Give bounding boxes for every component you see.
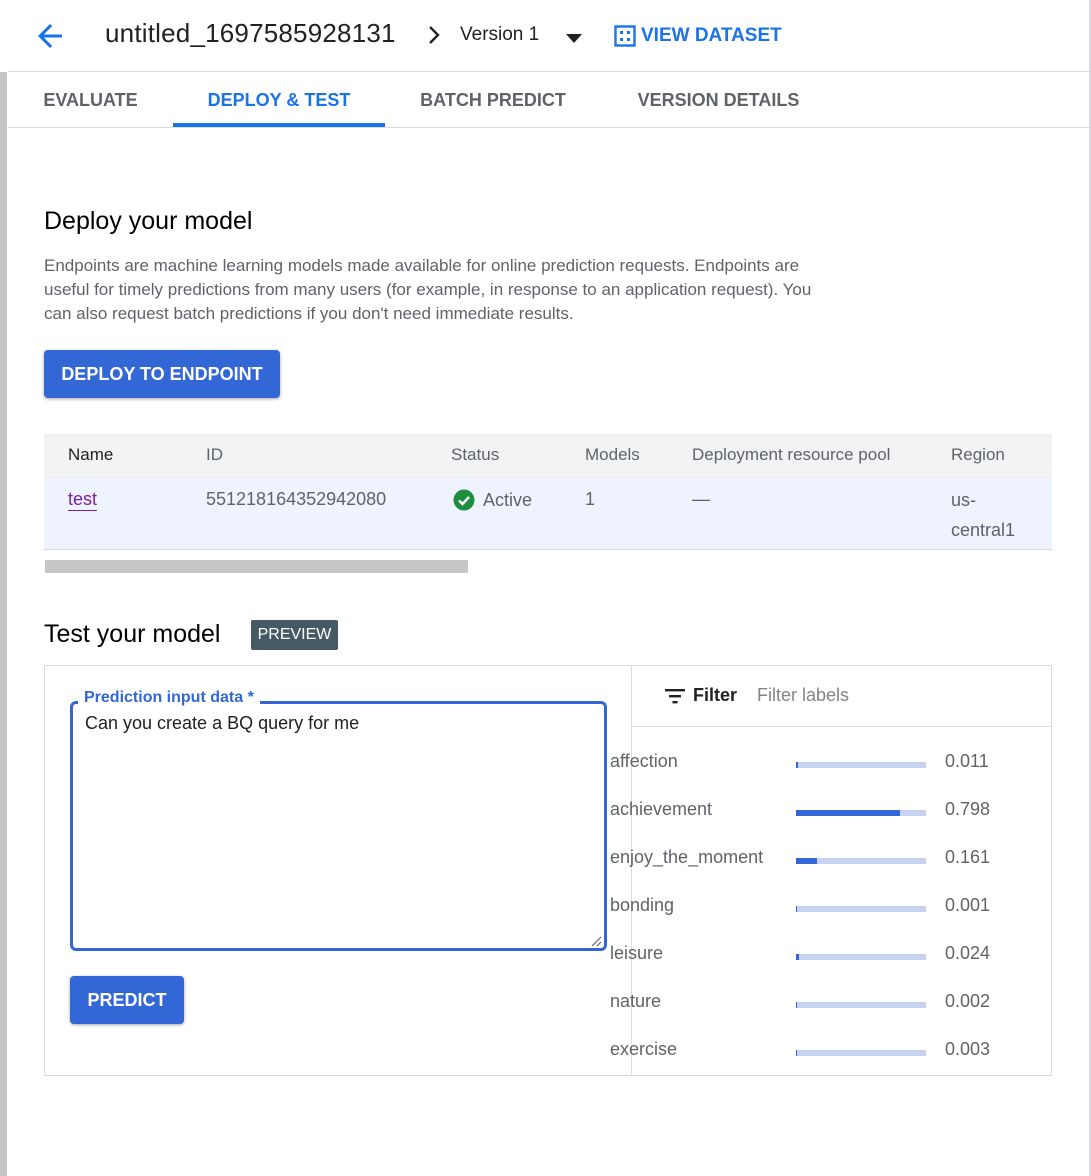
prediction-input-value[interactable]: Can you create a BQ query for me	[85, 713, 359, 734]
score-bar-track	[796, 906, 926, 912]
label-score-row: affection 0.011	[610, 748, 1005, 778]
prediction-input-field[interactable]	[70, 701, 607, 951]
tab-version-details[interactable]: VERSION DETAILS	[601, 73, 836, 128]
page-header: untitled_1697585928131 Version 1 VIEW DA…	[8, 0, 1089, 72]
label-name: bonding	[610, 895, 675, 915]
column-header-pool: Deployment resource pool	[692, 445, 891, 464]
label-score-value: 0.011	[945, 751, 989, 771]
tab-batch-predict[interactable]: BATCH PREDICT	[385, 73, 601, 128]
score-bar-track	[796, 810, 926, 816]
label-score-value: 0.003	[945, 1039, 991, 1059]
label-score-row: nature 0.002	[610, 988, 1005, 1018]
column-header-status: Status	[451, 445, 500, 464]
column-header-name: Name	[68, 445, 114, 464]
table-horizontal-scrollbar[interactable]	[45, 560, 468, 573]
tab-evaluate[interactable]: EVALUATE	[8, 73, 173, 128]
page-left-edge	[0, 72, 7, 1176]
filter-icon[interactable]	[665, 688, 685, 704]
tab-deploy-test[interactable]: DEPLOY & TEST	[173, 73, 385, 128]
score-bar-track	[796, 858, 926, 864]
arrow-back-icon	[38, 24, 62, 48]
label-name: exercise	[610, 1039, 678, 1059]
score-bar-fill	[796, 858, 817, 864]
score-bar-track	[796, 762, 926, 768]
endpoint-region: us- central1	[951, 490, 1016, 540]
column-header-region: Region	[951, 445, 1005, 464]
endpoint-id: 551218164352942080	[206, 489, 387, 509]
label-score-row: bonding 0.001	[610, 892, 1005, 922]
endpoint-status: Active	[453, 489, 532, 511]
score-bar-fill	[796, 954, 800, 960]
grid-icon	[614, 25, 636, 47]
preview-badge: PREVIEW	[251, 620, 338, 650]
dropdown-caret-icon[interactable]	[566, 31, 582, 43]
label-score-value: 0.002	[945, 991, 991, 1011]
deploy-to-endpoint-button[interactable]: DEPLOY TO ENDPOINT	[44, 350, 280, 398]
tab-bar: EVALUATE DEPLOY & TEST BATCH PREDICT VER…	[8, 73, 1089, 128]
score-bar-fill	[796, 762, 798, 768]
filter-label: Filter	[693, 685, 738, 705]
predict-button[interactable]: PREDICT	[70, 976, 184, 1024]
label-name: leisure	[610, 943, 664, 963]
test-section-title: Test your model	[44, 620, 221, 648]
active-tab-indicator	[173, 123, 385, 127]
label-name: nature	[610, 991, 662, 1011]
score-bar-fill	[796, 810, 900, 816]
resize-handle-icon[interactable]	[590, 934, 602, 947]
label-score-row: achievement 0.798	[610, 796, 1005, 826]
table-row: test 551218164352942080 Active 1 — us- c…	[44, 477, 1052, 550]
score-bar-track	[796, 1002, 926, 1008]
check-circle-icon	[453, 489, 475, 511]
deploy-section-title: Deploy your model	[44, 207, 253, 235]
view-dataset-label: VIEW DATASET	[641, 25, 782, 46]
endpoint-name-link[interactable]: test	[68, 489, 97, 510]
chevron-right-icon	[424, 22, 446, 48]
label-score-value: 0.024	[945, 943, 991, 963]
score-bar-track	[796, 954, 926, 960]
label-name: affection	[610, 751, 678, 771]
column-header-models: Models	[585, 445, 640, 464]
model-title: untitled_1697585928131	[105, 18, 396, 48]
label-score-row: exercise 0.003	[610, 1036, 1005, 1066]
view-dataset-link[interactable]: VIEW DATASET	[614, 25, 782, 47]
label-filter-bar: Filter Filter labels	[632, 666, 1052, 727]
prediction-input-label: Prediction input data *	[78, 689, 260, 707]
label-name: enjoy_the_moment	[610, 847, 764, 867]
label-score-row: leisure 0.024	[610, 940, 1005, 970]
label-score-row: enjoy_the_moment 0.161	[610, 844, 1005, 874]
score-bar-track	[796, 1050, 926, 1056]
label-score-value: 0.001	[945, 895, 991, 915]
endpoint-pool: —	[692, 489, 710, 509]
back-button[interactable]	[32, 18, 68, 54]
filter-labels-input[interactable]: Filter labels	[757, 685, 849, 706]
version-selector[interactable]: Version 1	[460, 24, 539, 46]
column-header-id: ID	[206, 445, 223, 464]
label-name: achievement	[610, 799, 713, 819]
endpoints-table: Name ID Status Models Deployment resourc…	[44, 434, 1052, 550]
endpoint-models: 1	[585, 489, 596, 509]
deploy-description: Endpoints are machine learning models ma…	[44, 256, 812, 323]
table-header: Name ID Status Models Deployment resourc…	[44, 434, 1052, 477]
label-score-value: 0.798	[945, 799, 991, 819]
label-score-value: 0.161	[945, 847, 991, 867]
status-text: Active	[483, 489, 533, 510]
